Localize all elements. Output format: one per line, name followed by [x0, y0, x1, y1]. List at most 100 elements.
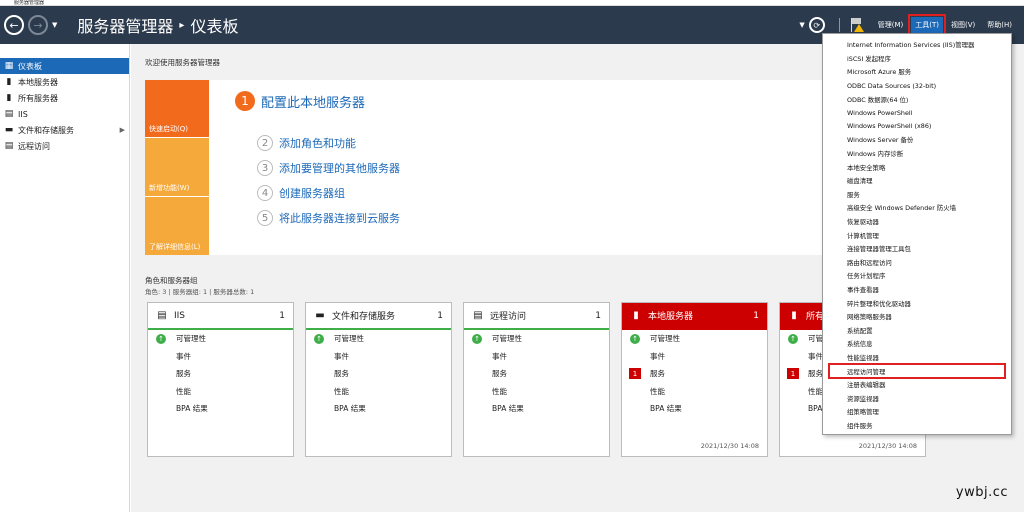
sidebar-item-remote-access[interactable]: ▤ 远程访问 — [0, 138, 129, 154]
tile-count: 1 — [279, 310, 285, 321]
row-label: 性能 — [808, 386, 823, 396]
check-circle-icon: ↑ — [788, 333, 798, 344]
menu-item-task-scheduler[interactable]: 任务计划程序 — [823, 269, 1011, 283]
tile-local-server[interactable]: ▮ 本地服务器 1 ↑ 可管理性 事件 1 服务 性能 BPA 结果 2021/12… — [621, 302, 768, 457]
tile-row-bpa[interactable]: BPA 结果 — [148, 400, 293, 418]
tile-remote-access[interactable]: ▤ 远程访问 1 ↑ 可管理性 事件 服务 性能 BPA 结果 — [463, 302, 610, 457]
tile-row-services[interactable]: 1 服务 — [622, 365, 767, 383]
tab-quick-start[interactable]: 快速启动(Q) — [145, 80, 209, 137]
tile-row-bpa[interactable]: BPA 结果 — [306, 400, 451, 418]
tile-row-events[interactable]: 事件 — [464, 348, 609, 366]
forward-button[interactable]: → — [28, 15, 48, 35]
menu-item-firewall[interactable]: 高级安全 Windows Defender 防火墙 — [823, 201, 1011, 215]
tile-row-services[interactable]: 服务 — [306, 365, 451, 383]
sidebar: ▦ 仪表板 ▮ 本地服务器 ▮ 所有服务器 ▤ IIS ▬ 文件和存储服务 ▶ … — [0, 44, 130, 512]
notifications-flag-icon[interactable] — [848, 17, 864, 33]
arrow-left-icon: ← — [9, 18, 19, 32]
menu-item-powershell-x86[interactable]: Windows PowerShell (x86) — [823, 120, 1011, 134]
back-button[interactable]: ← — [4, 15, 24, 35]
menu-tools[interactable]: 工具(T) — [908, 14, 946, 36]
refresh-dropdown-icon[interactable]: ▼ — [799, 21, 804, 29]
menu-item-regedit[interactable]: 注册表编辑器 — [823, 378, 1011, 392]
sidebar-item-all-servers[interactable]: ▮ 所有服务器 — [0, 90, 129, 106]
tile-count: 1 — [437, 310, 443, 321]
menu-item-iis-manager[interactable]: Internet Information Services (IIS)管理器 — [823, 38, 1011, 52]
sidebar-item-storage[interactable]: ▬ 文件和存储服务 ▶ — [0, 122, 129, 138]
breadcrumb-root[interactable]: 服务器管理器 — [77, 13, 173, 37]
step-number: 5 — [257, 210, 273, 226]
sidebar-item-label: 文件和存储服务 — [18, 125, 74, 135]
sidebar-item-local-server[interactable]: ▮ 本地服务器 — [0, 74, 129, 90]
connect-cloud-link[interactable]: 5 将此服务器连接到云服务 — [257, 210, 400, 226]
tile-header[interactable]: ▬ 文件和存储服务 1 — [306, 303, 451, 330]
storage-icon: ▬ — [4, 125, 14, 135]
menu-manage[interactable]: 管理(M) — [874, 17, 908, 33]
menu-item-recovery-drive[interactable]: 恢复驱动器 — [823, 215, 1011, 229]
menu-item-computer-management[interactable]: 计算机管理 — [823, 228, 1011, 242]
configure-local-server-link[interactable]: 1 配置此本地服务器 — [235, 91, 365, 111]
row-label: 可管理性 — [334, 334, 364, 344]
tile-row-manageability[interactable]: ↑ 可管理性 — [306, 330, 451, 348]
tab-learn-more[interactable]: 了解详细信息(L) — [145, 197, 209, 255]
alert-count-badge: 1 — [787, 368, 799, 380]
menu-item-odbc-32[interactable]: ODBC Data Sources (32-bit) — [823, 79, 1011, 93]
menu-item-event-viewer[interactable]: 事件查看器 — [823, 283, 1011, 297]
tile-row-events[interactable]: 事件 — [306, 348, 451, 366]
menu-item-odbc-64[interactable]: ODBC 数据源(64 位) — [823, 92, 1011, 106]
menu-item-server-backup[interactable]: Windows Server 备份 — [823, 133, 1011, 147]
menu-item-nps[interactable]: 网络策略服务器 — [823, 310, 1011, 324]
sidebar-item-dashboard[interactable]: ▦ 仪表板 — [0, 58, 129, 74]
tile-row-events[interactable]: 事件 — [148, 348, 293, 366]
menu-item-cmak[interactable]: 连接管理器管理工具包 — [823, 242, 1011, 256]
tile-header[interactable]: ▤ IIS 1 — [148, 303, 293, 330]
tile-header[interactable]: ▤ 远程访问 1 — [464, 303, 609, 330]
menu-item-perf-monitor[interactable]: 性能监视器 — [823, 351, 1011, 365]
menu-help[interactable]: 帮助(H) — [983, 17, 1016, 33]
menu-item-remote-access-management[interactable]: 远程访问管理 — [828, 363, 1006, 379]
menu-item-iscsi[interactable]: iSCSI 发起程序 — [823, 52, 1011, 66]
tile-row-services[interactable]: 服务 — [464, 365, 609, 383]
row-label: BPA 结果 — [650, 404, 682, 414]
tile-row-manageability[interactable]: ↑ 可管理性 — [622, 330, 767, 348]
tile-row-manageability[interactable]: ↑ 可管理性 — [464, 330, 609, 348]
menu-view[interactable]: 视图(V) — [947, 17, 979, 33]
menu-item-services[interactable]: 服务 — [823, 188, 1011, 202]
menu-item-component-services[interactable]: 组件服务 — [823, 419, 1011, 433]
tile-row-bpa[interactable]: BPA 结果 — [622, 400, 767, 418]
create-group-link[interactable]: 4 创建服务器组 — [257, 185, 345, 201]
menu-item-azure[interactable]: Microsoft Azure 服务 — [823, 65, 1011, 79]
row-label: 可管理性 — [176, 334, 206, 344]
tile-row-performance[interactable]: 性能 — [464, 383, 609, 401]
refresh-button[interactable]: ⟳ — [808, 17, 825, 33]
sidebar-item-label: IIS — [18, 109, 28, 119]
tile-file-storage[interactable]: ▬ 文件和存储服务 1 ↑ 可管理性 事件 服务 性能 BPA 结果 — [305, 302, 452, 457]
tile-row-performance[interactable]: 性能 — [306, 383, 451, 401]
menu-item-system-info[interactable]: 系统信息 — [823, 337, 1011, 351]
tile-row-performance[interactable]: 性能 — [148, 383, 293, 401]
menu-item-powershell[interactable]: Windows PowerShell — [823, 106, 1011, 120]
tile-row-bpa[interactable]: BPA 结果 — [464, 400, 609, 418]
server-icon: ▮ — [633, 310, 639, 321]
history-dropdown-icon[interactable]: ▼ — [52, 21, 57, 29]
add-roles-link[interactable]: 2 添加角色和功能 — [257, 135, 356, 151]
tile-header[interactable]: ▮ 本地服务器 1 — [622, 303, 767, 330]
sidebar-item-iis[interactable]: ▤ IIS — [0, 106, 129, 122]
tile-row-events[interactable]: 事件 — [622, 348, 767, 366]
refresh-icon: ⟳ — [813, 20, 821, 30]
add-servers-link[interactable]: 3 添加要管理的其他服务器 — [257, 160, 400, 176]
menu-item-disk-cleanup[interactable]: 磁盘清理 — [823, 174, 1011, 188]
tile-iis[interactable]: ▤ IIS 1 ↑ 可管理性 事件 服务 性能 BPA 结果 — [147, 302, 294, 457]
groups-title: 角色和服务器组 — [145, 276, 198, 285]
menu-item-local-security-policy[interactable]: 本地安全策略 — [823, 160, 1011, 174]
tile-row-services[interactable]: 服务 — [148, 365, 293, 383]
menu-item-system-config[interactable]: 系统配置 — [823, 323, 1011, 337]
menu-item-group-policy[interactable]: 组策略管理 — [823, 405, 1011, 419]
menu-item-resource-monitor[interactable]: 资源监视器 — [823, 391, 1011, 405]
menu-item-memory-diagnostic[interactable]: Windows 内存诊断 — [823, 147, 1011, 161]
menu-item-defrag[interactable]: 碎片整理和优化驱动器 — [823, 296, 1011, 310]
tile-row-performance[interactable]: 性能 — [622, 383, 767, 401]
chevron-right-icon[interactable]: ▶ — [120, 126, 125, 134]
tile-row-manageability[interactable]: ↑ 可管理性 — [148, 330, 293, 348]
tab-whats-new[interactable]: 新增功能(W) — [145, 138, 209, 196]
menu-item-routing[interactable]: 路由和远程访问 — [823, 256, 1011, 270]
